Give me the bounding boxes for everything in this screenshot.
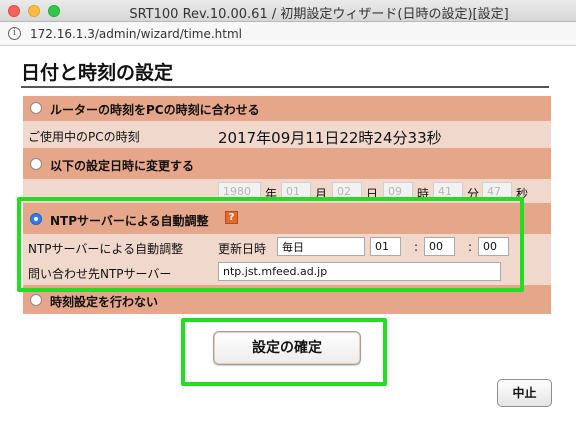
option-sync-pc-row[interactable]: ルーターの時刻をPCの時刻に合わせる	[23, 96, 551, 121]
confirm-settings-button[interactable]: 設定の確定	[213, 331, 361, 365]
address-bar[interactable]: i 172.16.1.3/admin/wizard/time.html	[0, 22, 576, 46]
page-title: 日付と時刻の設定	[21, 62, 174, 84]
title-divider	[21, 86, 549, 88]
pc-time-label: ご使用中のPCの時刻	[28, 130, 140, 144]
window-title: SRT100 Rev.10.00.61 / 初期設定ウィザード(日時の設定)[設…	[129, 7, 509, 22]
option-manual-row[interactable]: 以下の設定日時に変更する	[23, 148, 551, 179]
window-titlebar: SRT100 Rev.10.00.61 / 初期設定ウィザード(日時の設定)[設…	[0, 0, 576, 22]
sync-pc-label[interactable]: ルーターの時刻をPCの時刻に合わせる	[50, 101, 260, 118]
close-window-button[interactable]	[8, 5, 20, 17]
info-icon[interactable]: i	[8, 27, 21, 40]
cancel-button[interactable]: 中止	[497, 379, 552, 407]
manual-radio[interactable]	[30, 158, 42, 170]
minimize-window-button[interactable]	[28, 5, 40, 17]
none-radio[interactable]	[30, 294, 42, 306]
zoom-window-button[interactable]	[48, 5, 60, 17]
sync-pc-radio[interactable]	[30, 102, 42, 114]
manual-label[interactable]: 以下の設定日時に変更する	[50, 157, 194, 174]
url-text[interactable]: 172.16.1.3/admin/wizard/time.html	[30, 27, 242, 41]
pc-time-value: 2017年09月11日22時24分33秒	[218, 129, 442, 147]
ntp-highlight-box	[17, 197, 524, 292]
none-label[interactable]: 時刻設定を行わない	[50, 293, 158, 310]
